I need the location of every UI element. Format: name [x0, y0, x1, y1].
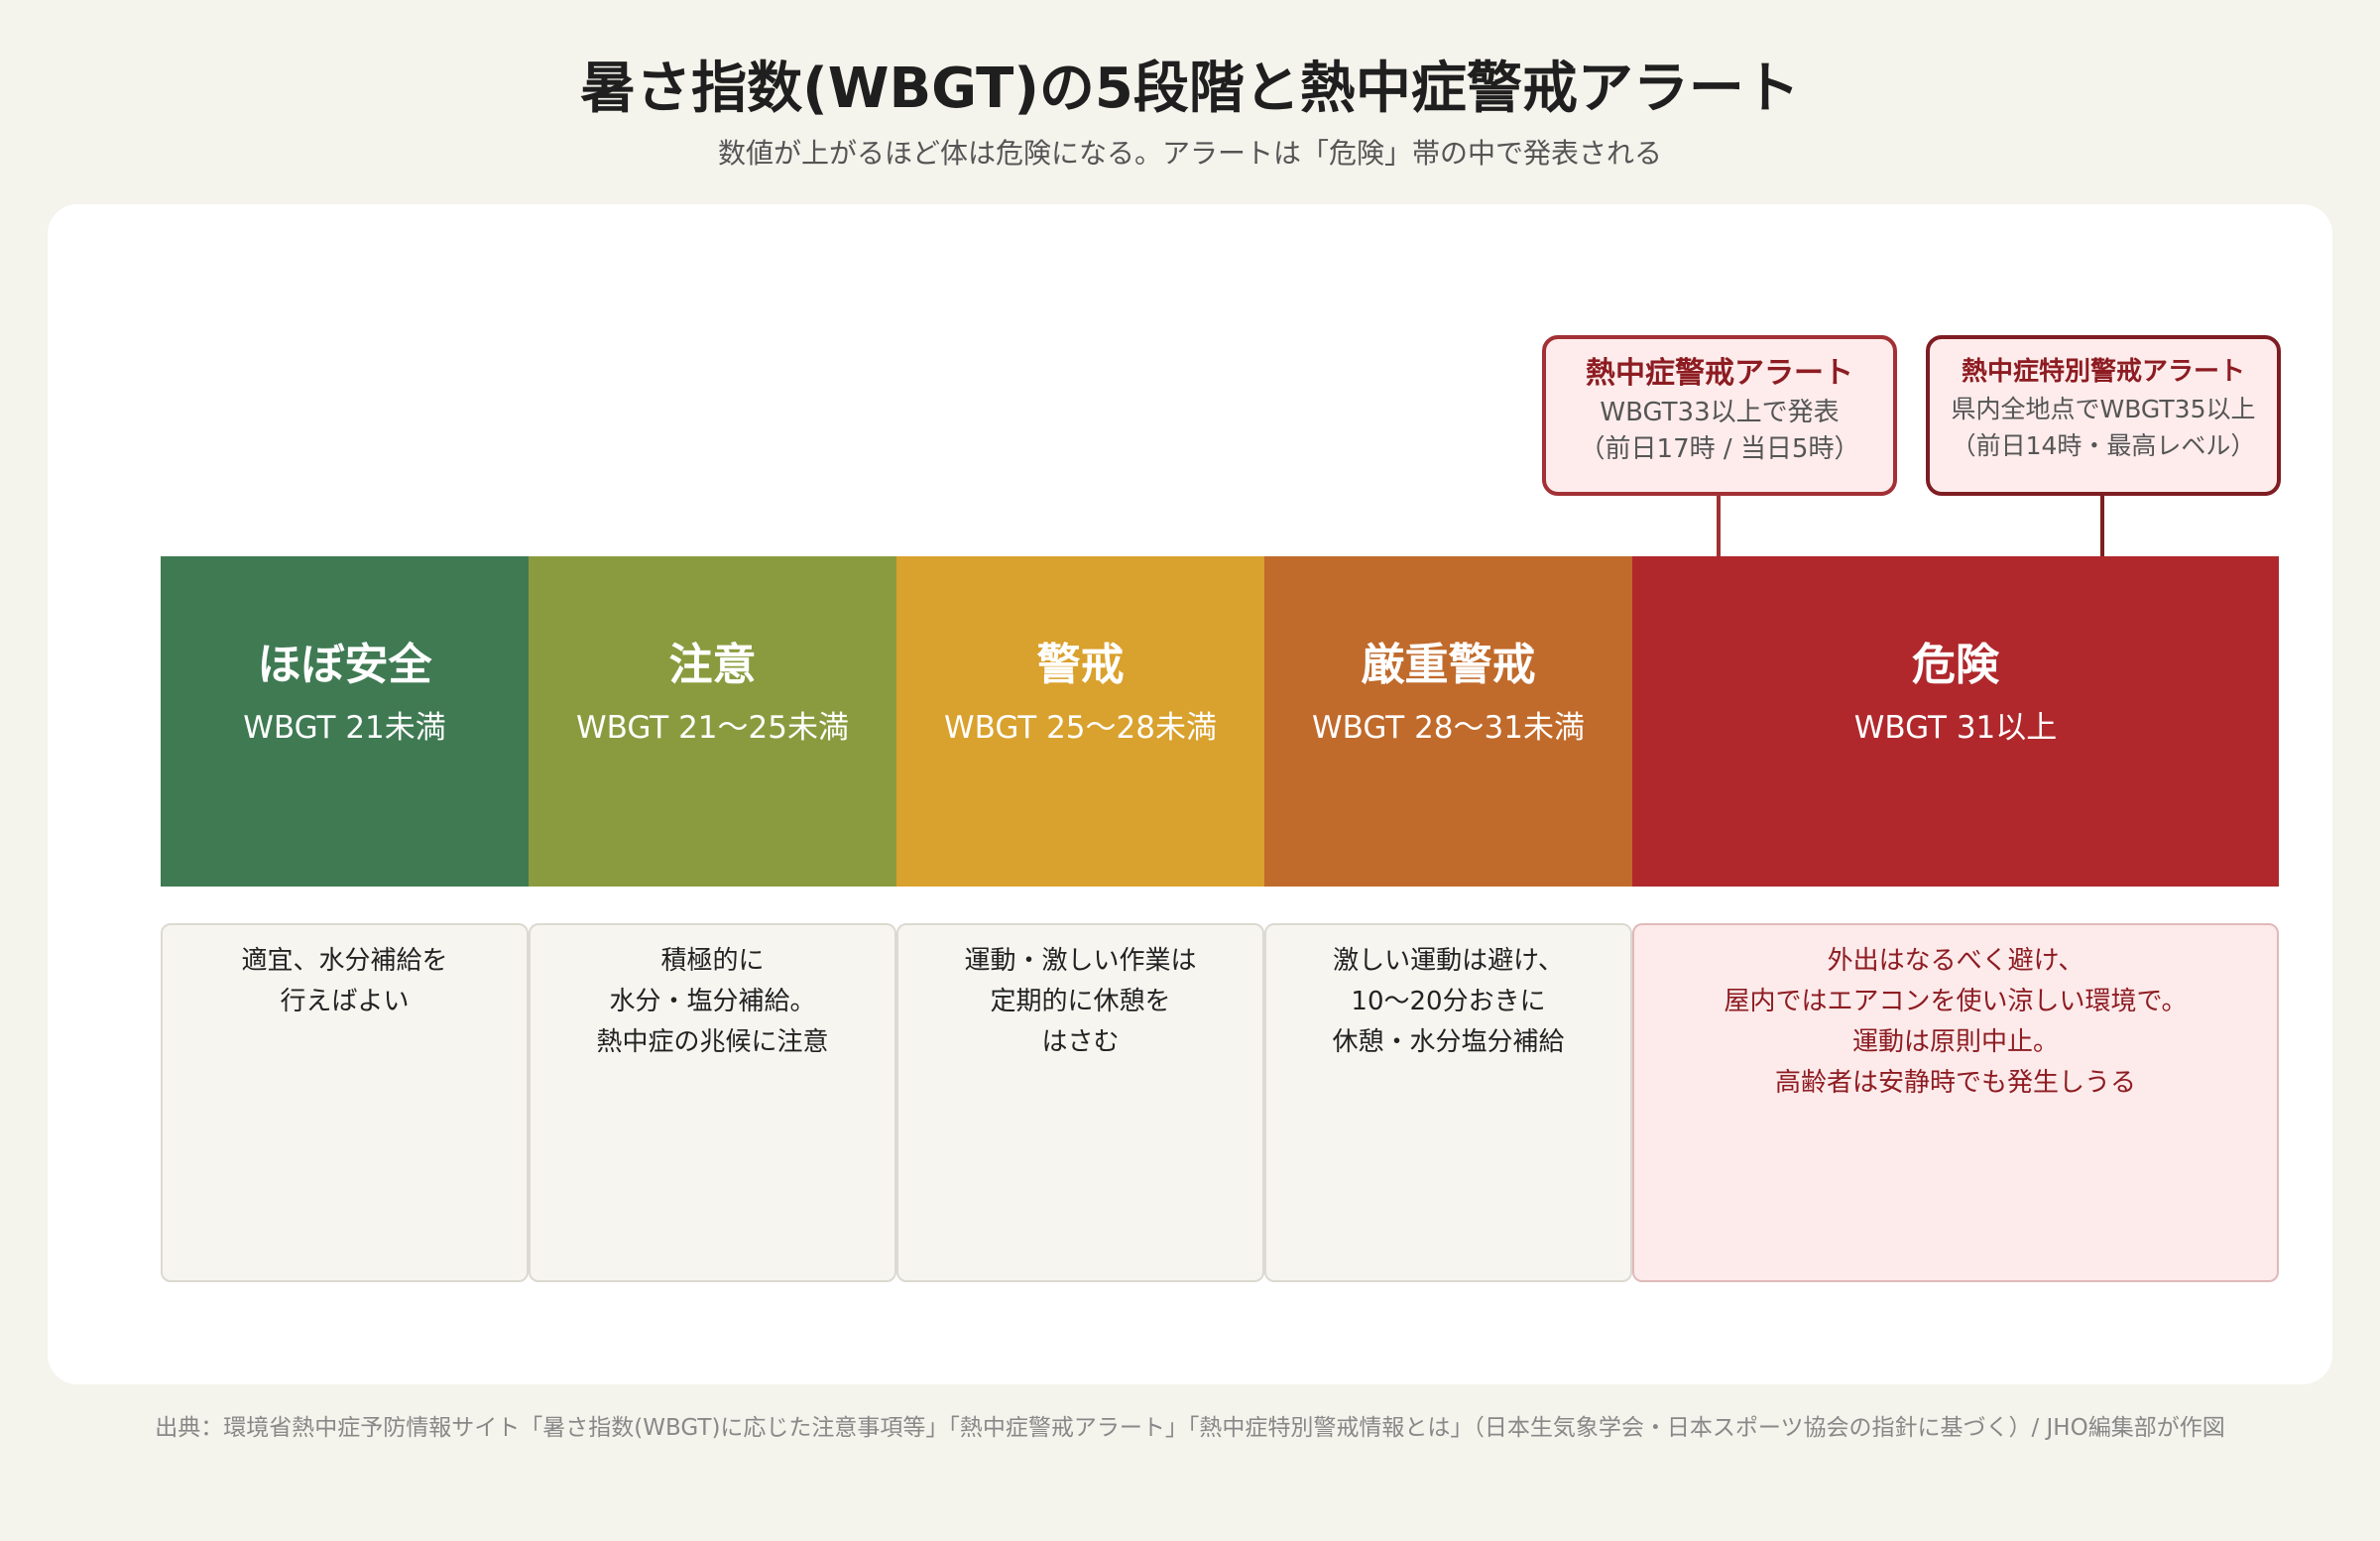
- level-description-warning: 運動・激しい作業は 定期的に休憩を はさむ: [896, 923, 1264, 1282]
- level-description-caution: 積極的に 水分・塩分補給。 熱中症の兆候に注意: [529, 923, 896, 1282]
- description-line: 運動は原則中止。: [1851, 1027, 2059, 1057]
- source-citation: 出典：環境省熱中症予防情報サイト「暑さ指数(WBGT)に応じた注意事項等」「熱中…: [155, 1415, 2225, 1441]
- description-line: 外出はなるべく避け、: [1827, 946, 2084, 976]
- heatstroke-alert-callout: 熱中症警戒アラート WBGT33以上で発表 （前日17時 / 当日5時）: [1542, 335, 1897, 496]
- alert-title: 熱中症特別警戒アラート: [1961, 357, 2245, 387]
- description-line: 水分・塩分補給。: [609, 987, 816, 1016]
- description-line: 運動・激しい作業は: [964, 946, 1197, 976]
- alert-connector-line: [1717, 496, 1721, 557]
- description-line: 激しい運動は避け、: [1333, 946, 1564, 976]
- level-description-severe-warning: 激しい運動は避け、 10〜20分おきに 休憩・水分塩分補給: [1264, 923, 1632, 1282]
- alert-title: 熱中症警戒アラート: [1586, 356, 1853, 391]
- level-range: WBGT 21〜25未満: [576, 710, 849, 746]
- level-range: WBGT 28〜31未満: [1312, 710, 1585, 746]
- description-line: はさむ: [1041, 1027, 1120, 1057]
- level-label: 注意: [668, 640, 757, 690]
- description-line: 熱中症の兆候に注意: [596, 1027, 829, 1057]
- level-label: 警戒: [1036, 640, 1125, 690]
- alert-condition: 県内全地点でWBGT35以上: [1951, 395, 2256, 423]
- level-label: 危険: [1912, 640, 1999, 690]
- description-line: 屋内ではエアコンを使い涼しい環境で。: [1724, 987, 2188, 1016]
- level-description-danger: 外出はなるべく避け、 屋内ではエアコンを使い涼しい環境で。 運動は原則中止。 高…: [1632, 923, 2279, 1282]
- level-description-safe: 適宜、水分補給を 行えばよい: [161, 923, 529, 1282]
- description-line: 休憩・水分塩分補給: [1332, 1027, 1565, 1057]
- alert-timing: （前日14時・最高レベル）: [1951, 431, 2256, 460]
- description-line: 10〜20分おきに: [1351, 987, 1546, 1016]
- level-label: ほぼ安全: [257, 640, 432, 690]
- special-heatstroke-alert-callout: 熱中症特別警戒アラート 県内全地点でWBGT35以上 （前日14時・最高レベル）: [1926, 335, 2281, 496]
- description-line: 行えばよい: [280, 987, 410, 1016]
- alert-condition: WBGT33以上で発表: [1600, 398, 1840, 427]
- level-range: WBGT 25〜28未満: [944, 710, 1217, 746]
- description-line: 積極的に: [660, 946, 765, 976]
- level-band-safe: ほぼ安全 WBGT 21未満: [161, 556, 529, 887]
- page-title: 暑さ指数(WBGT)の5段階と熱中症警戒アラート: [580, 57, 1800, 121]
- level-band-warning: 警戒 WBGT 25〜28未満: [896, 556, 1264, 887]
- level-range: WBGT 21未満: [243, 710, 446, 746]
- level-band-severe-warning: 厳重警戒 WBGT 28〜31未満: [1264, 556, 1632, 887]
- level-range: WBGT 31以上: [1853, 710, 2058, 746]
- description-line: 定期的に休憩を: [990, 987, 1171, 1016]
- description-line: 高齢者は安静時でも発生しうる: [1774, 1068, 2136, 1098]
- alert-timing: （前日17時 / 当日5時）: [1579, 434, 1860, 464]
- level-band-caution: 注意 WBGT 21〜25未満: [529, 556, 896, 887]
- level-label: 厳重警戒: [1361, 640, 1536, 690]
- page-subtitle: 数値が上がるほど体は危険になる。アラートは「危険」帯の中で発表される: [717, 137, 1662, 170]
- description-line: 適宜、水分補給を: [241, 946, 448, 976]
- level-band-danger: 危険 WBGT 31以上: [1632, 556, 2279, 887]
- special-alert-connector-line: [2100, 496, 2104, 557]
